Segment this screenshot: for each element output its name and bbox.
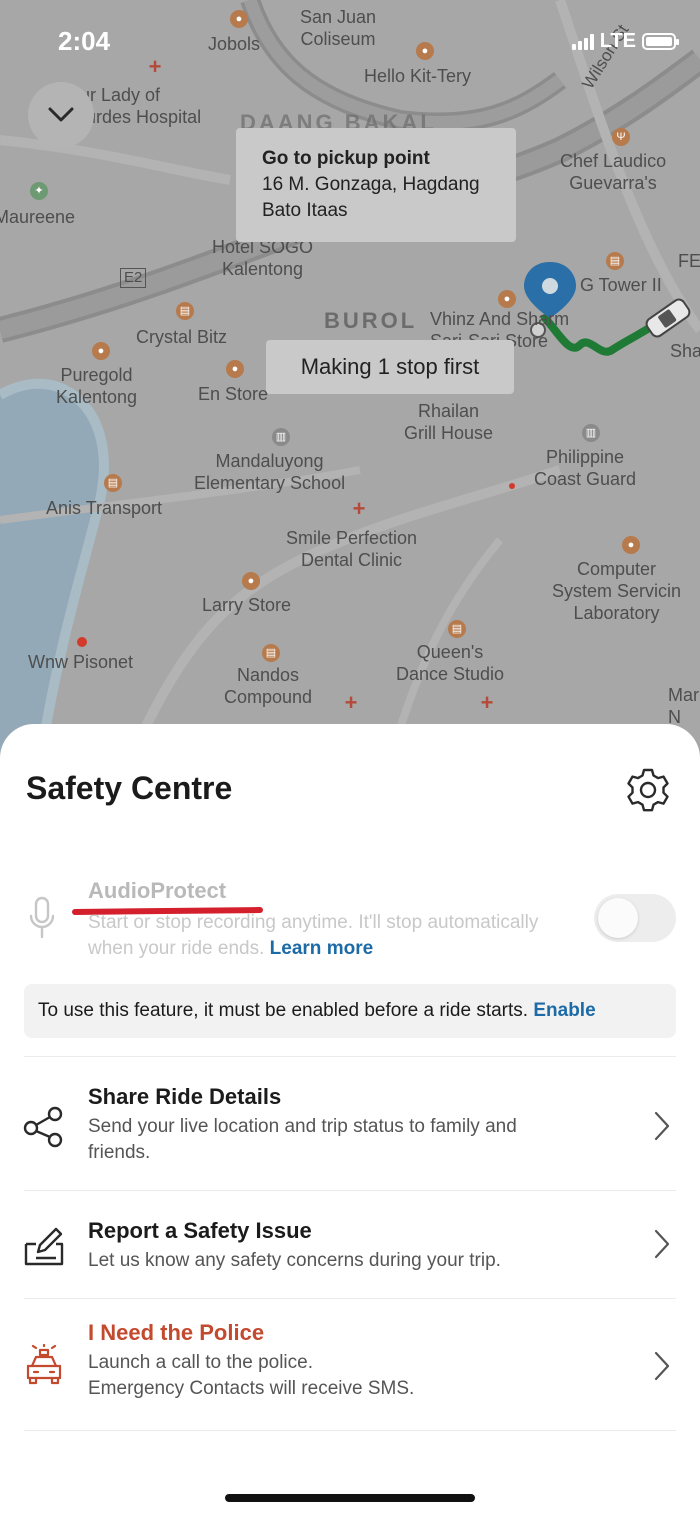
map-label: BUROL bbox=[324, 308, 418, 333]
shop-icon: ● bbox=[226, 360, 244, 378]
police-title: I Need the Police bbox=[88, 1320, 265, 1345]
report-edit-icon bbox=[24, 1227, 64, 1266]
chevron-right-icon bbox=[654, 1229, 670, 1259]
map-label: E2 bbox=[120, 268, 147, 288]
divider bbox=[24, 1056, 676, 1057]
microphone-icon bbox=[29, 896, 55, 939]
share-ride-description: Send your live location and trip status … bbox=[88, 1116, 517, 1163]
report-issue-description: Let us know any safety concerns during y… bbox=[88, 1250, 501, 1271]
map-label: Puregold Kalentong bbox=[56, 365, 138, 407]
map-label: Computer System Servicin Laboratory bbox=[552, 559, 682, 623]
map-label: Larry Store bbox=[202, 595, 292, 615]
police-row[interactable]: I Need the Police Launch a call to the p… bbox=[0, 1306, 700, 1432]
map-label: Anis Transport bbox=[46, 498, 163, 518]
share-ride-title: Share Ride Details bbox=[88, 1084, 282, 1109]
report-issue-title: Report a Safety Issue bbox=[88, 1218, 312, 1243]
signal-icon bbox=[571, 33, 594, 50]
home-indicator[interactable] bbox=[225, 1494, 475, 1502]
chevron-right-icon bbox=[654, 1111, 670, 1141]
chevron-down-icon bbox=[48, 107, 74, 122]
map-label: Wnw Pisonet bbox=[28, 652, 134, 672]
pickup-callout[interactable]: Go to pickup point 16 M. Gonzaga, Hagdan… bbox=[236, 128, 516, 242]
map-label: Philippine Coast Guard bbox=[534, 447, 637, 489]
enable-notice-text: To use this feature, it must be enabled … bbox=[38, 1000, 529, 1021]
map-label: Chef Laudico Guevarra's bbox=[560, 151, 667, 193]
restaurant-icon: Ψ bbox=[612, 128, 630, 146]
map-label: Maureene bbox=[0, 207, 76, 227]
map-label: En Store bbox=[198, 384, 269, 404]
divider bbox=[24, 1430, 676, 1431]
map-label: Smile Perfection Dental Clinic bbox=[286, 528, 418, 570]
medical-cross-icon: + bbox=[480, 690, 494, 715]
map-label: Crystal Bitz bbox=[136, 327, 228, 347]
share-ride-details-row[interactable]: Share Ride Details Send your live locati… bbox=[0, 1064, 700, 1190]
chevron-right-icon bbox=[654, 1351, 670, 1381]
store-icon: ▤ bbox=[262, 644, 280, 662]
map-label: FE bbox=[678, 251, 700, 271]
toggle-knob bbox=[598, 898, 638, 938]
government-icon: ▥ bbox=[582, 424, 600, 442]
audio-protect-toggle[interactable] bbox=[594, 894, 676, 942]
map-view[interactable]: San Juan Coliseum Jobols Hello Kit-Tery … bbox=[0, 0, 700, 760]
network-status: LTE bbox=[571, 30, 679, 53]
status-bar: 2:04 LTE bbox=[0, 0, 700, 80]
store-icon: ▤ bbox=[448, 620, 466, 638]
map-label: Hotel SOGO Kalentong bbox=[212, 237, 314, 279]
map-label: G Tower II bbox=[580, 275, 662, 295]
divider bbox=[24, 1298, 676, 1299]
store-icon: ▤ bbox=[104, 474, 122, 492]
map-label: Sha bbox=[670, 341, 700, 361]
map-label: Rhailan Grill House bbox=[404, 401, 494, 443]
gear-icon[interactable] bbox=[624, 766, 672, 814]
audio-protect-title: AudioProtect bbox=[88, 878, 227, 903]
battery-icon bbox=[642, 33, 679, 50]
map-label: Mandaluyong Elementary School bbox=[194, 451, 346, 493]
shop-icon: ● bbox=[92, 342, 110, 360]
shop-icon: ● bbox=[622, 536, 640, 554]
shop-icon: ● bbox=[498, 290, 516, 308]
pickup-title: Go to pickup point bbox=[262, 148, 430, 169]
police-description: Launch a call to the police. Emergency C… bbox=[88, 1352, 415, 1399]
map-label: Nandos Compound bbox=[224, 665, 313, 707]
store-icon: ▤ bbox=[606, 252, 624, 270]
stop-callout: Making 1 stop first bbox=[266, 340, 514, 394]
status-time: 2:04 bbox=[58, 26, 111, 56]
police-car-icon bbox=[26, 1344, 62, 1385]
park-icon: ✦ bbox=[30, 182, 48, 200]
share-icon bbox=[23, 1106, 63, 1148]
safety-centre-sheet: Safety Centre AudioProtect Start or stop… bbox=[0, 724, 700, 1516]
report-safety-issue-row[interactable]: Report a Safety Issue Let us know any sa… bbox=[0, 1198, 700, 1298]
medical-cross-icon: + bbox=[352, 496, 366, 521]
school-icon: ▥ bbox=[272, 428, 290, 446]
audio-protect-description: Start or stop recording anytime. It'll s… bbox=[88, 912, 539, 959]
enable-link[interactable]: Enable bbox=[533, 1000, 595, 1021]
car-icon bbox=[645, 298, 691, 338]
map-label: Mar N bbox=[668, 685, 699, 727]
audio-protect-section: AudioProtect Start or stop recording any… bbox=[0, 874, 700, 974]
collapse-button[interactable] bbox=[28, 82, 94, 148]
map-label: Queen's Dance Studio bbox=[396, 642, 505, 684]
network-type: LTE bbox=[599, 30, 636, 52]
store-icon: ▤ bbox=[176, 302, 194, 320]
learn-more-link[interactable]: Learn more bbox=[270, 938, 373, 959]
divider bbox=[24, 1190, 676, 1191]
enable-notice: To use this feature, it must be enabled … bbox=[24, 984, 676, 1038]
medical-cross-icon: + bbox=[344, 690, 358, 715]
sheet-title: Safety Centre bbox=[26, 770, 233, 806]
shop-icon: ● bbox=[242, 572, 260, 590]
pickup-address: 16 M. Gonzaga, Hagdang Bato Itaas bbox=[262, 174, 480, 221]
